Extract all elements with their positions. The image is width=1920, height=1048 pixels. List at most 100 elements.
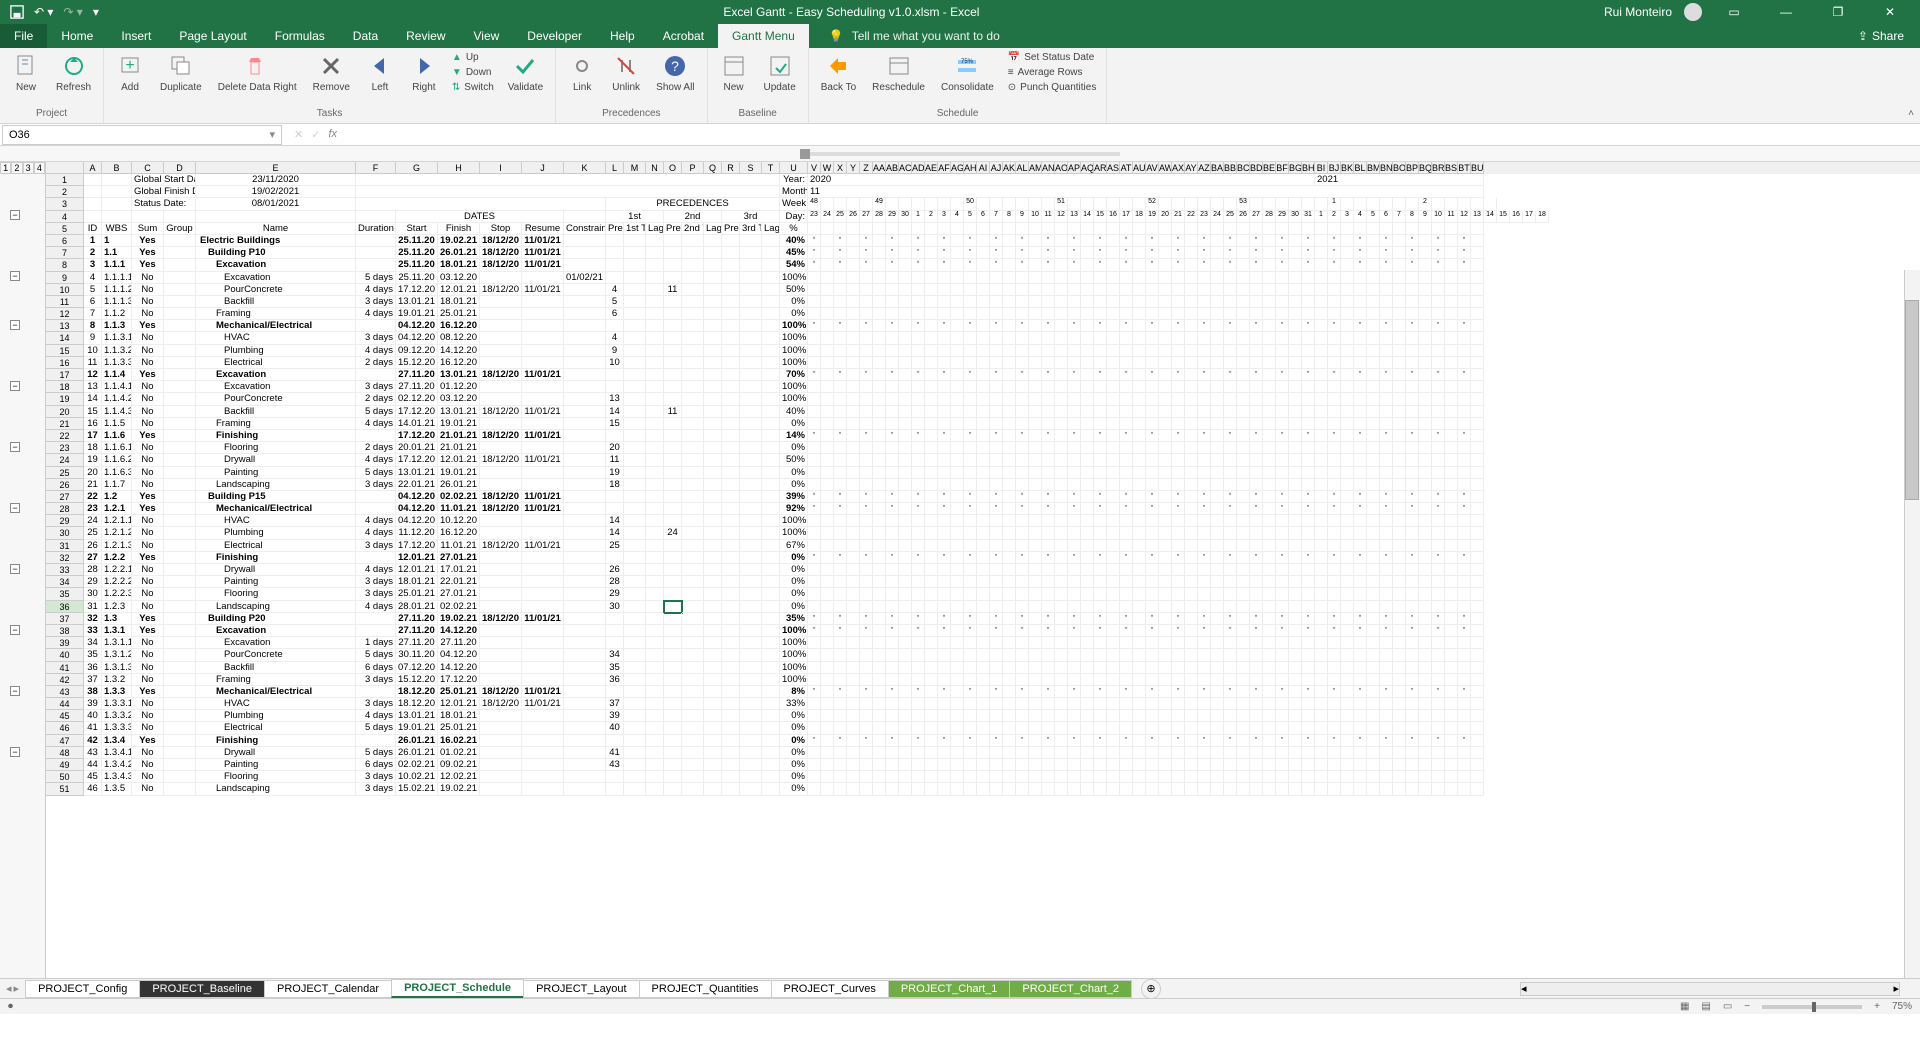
sheet-tab-config[interactable]: PROJECT_Config xyxy=(25,980,140,998)
add-sheet-button[interactable]: ⊕ xyxy=(1141,979,1161,999)
arrow-up-icon: ▲ xyxy=(452,52,462,63)
tab-file[interactable]: File xyxy=(0,24,47,48)
sheet-tab-layout[interactable]: PROJECT_Layout xyxy=(523,980,639,998)
task-left-button[interactable]: Left xyxy=(360,50,400,95)
save-icon[interactable] xyxy=(10,5,24,19)
task-down-button[interactable]: ▼Down xyxy=(448,65,498,80)
undo-icon[interactable]: ↶ ▾ xyxy=(34,5,53,19)
baseline-update-button[interactable]: Update xyxy=(758,50,802,95)
fx-icon[interactable]: fx xyxy=(328,128,337,141)
sheet-tab-curves[interactable]: PROJECT_Curves xyxy=(771,980,889,998)
lightbulb-icon: 💡 xyxy=(829,29,844,43)
group-prec-label: Precedences xyxy=(562,106,700,121)
sched-punch-button[interactable]: ⊙Punch Quantities xyxy=(1004,80,1101,95)
prec-showall-button[interactable]: ?Show All xyxy=(650,50,700,95)
view-layout-icon[interactable]: ▤ xyxy=(1701,1001,1710,1012)
view-normal-icon[interactable]: ▦ xyxy=(1680,1001,1689,1012)
task-remove-button[interactable]: Remove xyxy=(307,50,356,95)
zoom-slider[interactable] xyxy=(1762,1005,1862,1009)
task-duplicate-button[interactable]: Duplicate xyxy=(154,50,208,95)
outline-column[interactable]: 1234 −−−−−−−−−− xyxy=(0,162,46,1014)
sheet-tab-schedule[interactable]: PROJECT_Schedule xyxy=(391,979,524,998)
redo-icon[interactable]: ↷ ▾ xyxy=(63,5,82,19)
svg-text:+: + xyxy=(125,57,134,74)
minimize-icon[interactable]: — xyxy=(1766,0,1806,24)
column-ruler[interactable] xyxy=(0,146,1920,162)
share-button[interactable]: ⇪ Share xyxy=(1842,24,1920,48)
tab-insert[interactable]: Insert xyxy=(107,24,165,48)
sched-reschedule-button[interactable]: Reschedule xyxy=(866,50,931,95)
tab-ganttmenu[interactable]: Gantt Menu xyxy=(718,24,809,48)
maximize-icon[interactable]: ❐ xyxy=(1818,0,1858,24)
project-new-button[interactable]: New xyxy=(6,50,46,95)
calendar-icon: 📅 xyxy=(1008,52,1020,63)
horizontal-scrollbar[interactable]: ◂▸ xyxy=(1161,982,1920,996)
view-pagebreak-icon[interactable]: ▭ xyxy=(1723,1001,1732,1012)
rows-icon: ≡ xyxy=(1008,67,1014,78)
share-label: Share xyxy=(1872,29,1904,43)
arrow-down-icon: ▼ xyxy=(452,67,462,78)
task-right-button[interactable]: Right xyxy=(404,50,444,95)
sheet-nav[interactable]: ◂▸ xyxy=(0,982,25,995)
baseline-new-button[interactable]: New xyxy=(714,50,754,95)
punch-icon: ⊙ xyxy=(1008,82,1016,93)
group-tasks-label: Tasks xyxy=(110,106,549,121)
prec-link-button[interactable]: Link xyxy=(562,50,602,95)
zoom-level[interactable]: 75% xyxy=(1892,1001,1912,1012)
ribbon-display-icon[interactable]: ▭ xyxy=(1714,0,1754,24)
sheet-tab-bar: ◂▸ PROJECT_Config PROJECT_Baseline PROJE… xyxy=(0,978,1920,998)
vertical-scrollbar[interactable] xyxy=(1904,270,1920,978)
tab-formulas[interactable]: Formulas xyxy=(261,24,339,48)
qat-customize[interactable]: ▾ xyxy=(93,5,99,19)
macro-record-icon[interactable]: ⏺ xyxy=(8,1001,13,1012)
sheet-tab-quantities[interactable]: PROJECT_Quantities xyxy=(639,980,772,998)
group-baseline-label: Baseline xyxy=(714,106,802,121)
tab-data[interactable]: Data xyxy=(339,24,392,48)
tab-acrobat[interactable]: Acrobat xyxy=(649,24,718,48)
worksheet-grid[interactable]: 1Global Start Date:23/11/2020Year:202020… xyxy=(46,174,1920,796)
group-sched-label: Schedule xyxy=(815,106,1101,121)
svg-text:75%: 75% xyxy=(961,59,974,65)
share-icon: ⇪ xyxy=(1858,29,1868,43)
tab-help[interactable]: Help xyxy=(596,24,649,48)
user-avatar[interactable] xyxy=(1684,3,1702,21)
prec-unlink-button[interactable]: Unlink xyxy=(606,50,646,95)
close-icon[interactable]: ✕ xyxy=(1870,0,1910,24)
tab-pagelayout[interactable]: Page Layout xyxy=(165,24,260,48)
tab-view[interactable]: View xyxy=(460,24,514,48)
sheet-tab-chart1[interactable]: PROJECT_Chart_1 xyxy=(888,980,1011,998)
cancel-icon[interactable]: ✕ xyxy=(294,128,303,141)
column-headers[interactable]: ABCDEFGHIJKLMNOPQRSTUVWXYZAAABACADAEAFAG… xyxy=(46,162,1920,174)
task-validate-button[interactable]: Validate xyxy=(502,50,549,95)
task-add-button[interactable]: +Add xyxy=(110,50,150,95)
sheet-tab-chart2[interactable]: PROJECT_Chart_2 xyxy=(1009,980,1132,998)
sched-statusdate-button[interactable]: 📅Set Status Date xyxy=(1004,50,1101,65)
enter-icon[interactable]: ✓ xyxy=(311,128,320,141)
zoom-in-icon[interactable]: + xyxy=(1874,1001,1880,1012)
project-refresh-button[interactable]: Refresh xyxy=(50,50,97,95)
sheet-tab-baseline[interactable]: PROJECT_Baseline xyxy=(139,980,265,998)
tab-developer[interactable]: Developer xyxy=(513,24,596,48)
group-project-label: Project xyxy=(6,106,97,121)
formula-bar: O36▾ ✕ ✓ fx xyxy=(0,124,1920,146)
formula-input[interactable] xyxy=(347,125,1920,145)
zoom-out-icon[interactable]: − xyxy=(1744,1001,1750,1012)
sheet-tab-calendar[interactable]: PROJECT_Calendar xyxy=(264,980,392,998)
title-bar: ↶ ▾ ↷ ▾ ▾ Excel Gantt - Easy Scheduling … xyxy=(0,0,1920,24)
tell-me[interactable]: 💡 Tell me what you want to do xyxy=(809,24,1842,48)
user-name[interactable]: Rui Monteiro xyxy=(1604,5,1672,19)
ribbon-tabs: File Home Insert Page Layout Formulas Da… xyxy=(0,24,1920,48)
window-title: Excel Gantt - Easy Scheduling v1.0.xlsm … xyxy=(109,5,1594,19)
tab-review[interactable]: Review xyxy=(392,24,459,48)
svg-text:?: ? xyxy=(671,58,679,74)
name-box[interactable]: O36▾ xyxy=(2,125,282,145)
sched-backto-button[interactable]: Back To xyxy=(815,50,862,95)
task-switch-button[interactable]: ⇅Switch xyxy=(448,80,498,95)
collapse-ribbon-icon[interactable]: ˄ xyxy=(1908,108,1914,119)
task-delete-button[interactable]: Delete Data Right xyxy=(212,50,303,95)
tab-home[interactable]: Home xyxy=(47,24,107,48)
sched-consolidate-button[interactable]: 75%Consolidate xyxy=(935,50,1000,95)
task-up-button[interactable]: ▲Up xyxy=(448,50,498,65)
sched-avgrows-button[interactable]: ≡Average Rows xyxy=(1004,65,1101,80)
chevron-down-icon[interactable]: ▾ xyxy=(269,128,275,141)
